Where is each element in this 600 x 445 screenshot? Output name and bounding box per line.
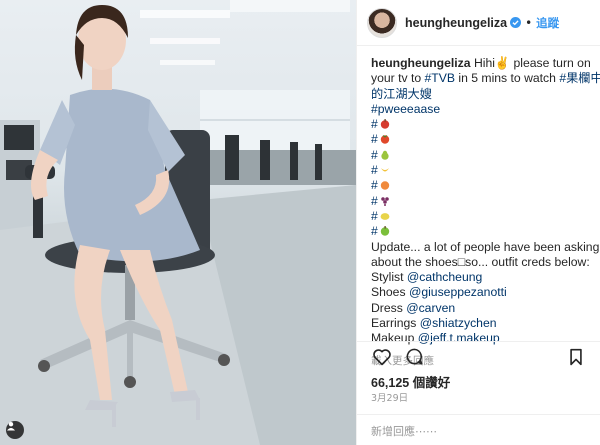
- credit-label: Stylist: [371, 270, 407, 285]
- caption-update-2: about the shoes□so... outfit creds below…: [371, 254, 590, 269]
- fruit-hashtag[interactable]: #: [371, 163, 378, 177]
- caption: heungheungeliza Hihi✌️ please turn on yo…: [357, 46, 600, 347]
- pear-icon: [381, 150, 389, 160]
- avatar[interactable]: [367, 7, 397, 38]
- hashtag-pweeeaase[interactable]: #pweeeaase: [371, 102, 440, 116]
- action-bar: [357, 341, 600, 371]
- likes-count[interactable]: 66,125 個讚好: [371, 372, 450, 391]
- caption-text: in 5 mins to watch: [455, 71, 560, 86]
- verified-badge-icon: [510, 17, 522, 28]
- caption-username[interactable]: heungheungeliza: [371, 56, 471, 70]
- apple-icon: [380, 119, 389, 129]
- lemon-icon: [380, 213, 390, 220]
- post-username[interactable]: heungheungeliza: [405, 16, 507, 30]
- green-apple-icon: [380, 226, 389, 236]
- post-date: 3月29日: [371, 393, 409, 404]
- hashtag-show-cont[interactable]: 的江湖大嫂: [371, 87, 432, 101]
- credit-label: Earrings: [371, 316, 420, 331]
- bookmark-icon[interactable]: [565, 346, 587, 368]
- fruit-hashtag[interactable]: #: [371, 148, 378, 162]
- caption-update-1: Update... a lot of people have been aski…: [371, 239, 600, 254]
- banana-icon: [380, 168, 389, 172]
- heart-outline-icon[interactable]: [371, 346, 393, 368]
- hashtag-tvb[interactable]: #TVB: [425, 71, 455, 85]
- photo-scene: [0, 0, 356, 445]
- grapes-icon: [380, 196, 389, 206]
- credit-label: Shoes: [371, 285, 409, 300]
- credit-handle-earrings[interactable]: @shiatzychen: [420, 316, 497, 330]
- separator: •: [525, 15, 533, 30]
- post-header: heungheungeliza • 追蹤: [357, 0, 600, 46]
- credit-handle-dress[interactable]: @carven: [406, 301, 455, 315]
- follow-button[interactable]: 追蹤: [536, 15, 559, 31]
- post-photo[interactable]: [0, 0, 356, 445]
- fruit-hashtag[interactable]: #: [371, 209, 378, 223]
- fruit-hashtag[interactable]: #: [371, 132, 378, 146]
- caption-text: your tv to: [371, 71, 425, 86]
- fruit-hashtag[interactable]: #: [371, 178, 378, 192]
- comment-bubble-icon[interactable]: [403, 346, 425, 368]
- caption-intro: Hihi✌️ please turn on: [473, 56, 591, 70]
- fruit-hashtag[interactable]: #: [371, 224, 378, 238]
- credit-handle-stylist[interactable]: @cathcheung: [407, 270, 482, 284]
- credit-label: Dress: [371, 300, 407, 315]
- comment-input[interactable]: 新增回應⋯⋯: [357, 414, 600, 445]
- hashtag-show[interactable]: #果欄中: [559, 71, 600, 85]
- post-side-panel: heungheungeliza • 追蹤 heungheungeliza Hih…: [356, 0, 600, 445]
- tomato-icon: [380, 135, 389, 145]
- credit-handle-shoes[interactable]: @giuseppezanotti: [409, 285, 507, 299]
- user-tag-icon[interactable]: [6, 421, 24, 439]
- peach-icon: [380, 181, 389, 191]
- fruit-hashtag[interactable]: #: [371, 117, 378, 131]
- fruit-hashtag[interactable]: #: [371, 194, 378, 208]
